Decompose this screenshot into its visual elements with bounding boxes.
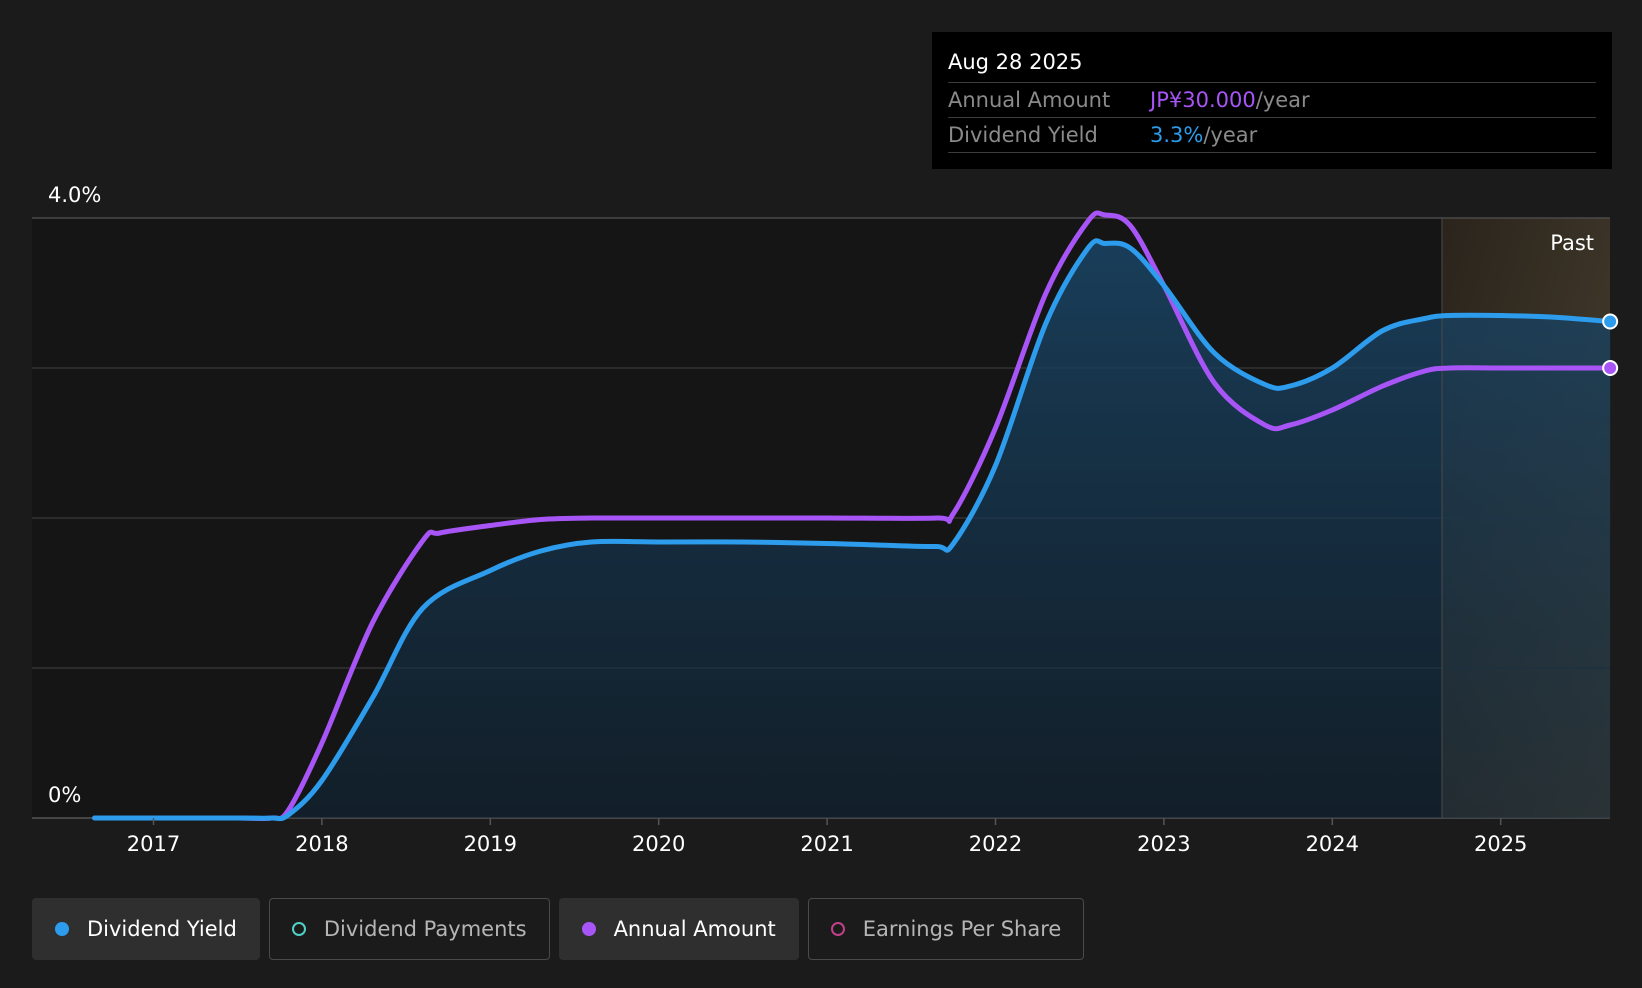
tooltip-label: Dividend Yield <box>948 123 1098 147</box>
legend-dividend-payments[interactable]: Dividend Payments <box>268 898 550 960</box>
y-tick-label-top: 4.0% <box>48 183 101 207</box>
tooltip-label: Annual Amount <box>948 88 1111 112</box>
legend-dot-icon <box>291 922 306 936</box>
legend-label: Annual Amount <box>613 917 776 941</box>
legend-annual-amount[interactable]: Annual Amount <box>558 898 799 960</box>
x-tick-label-2020: 2020 <box>632 832 685 856</box>
legend-earnings-per-share[interactable]: Earnings Per Share <box>807 898 1085 960</box>
x-tick-label-2024: 2024 <box>1306 832 1359 856</box>
x-tick-label-2017: 2017 <box>127 832 180 856</box>
legend-label: Dividend Payments <box>323 917 527 941</box>
x-tick-label-2023: 2023 <box>1137 832 1190 856</box>
legend: Dividend Yield Dividend Payments Annual … <box>32 898 1093 960</box>
tooltip-row-dividend-yield: Dividend Yield 3.3% /year <box>948 118 1596 153</box>
x-tick-label-2019: 2019 <box>464 832 517 856</box>
x-tick-label-2021: 2021 <box>800 832 853 856</box>
tooltip-value: JP¥30.000 <box>1150 88 1256 112</box>
annual-amount-end-point <box>1602 360 1619 376</box>
x-tick-label-2018: 2018 <box>295 832 348 856</box>
tooltip-suffix: /year <box>1203 123 1258 147</box>
tooltip-suffix: /year <box>1255 88 1310 112</box>
y-tick-label-bottom: 0% <box>48 783 81 807</box>
legend-label: Dividend Yield <box>87 917 237 941</box>
legend-dot-icon <box>55 922 69 936</box>
dividend-yield-end-point <box>1602 313 1619 330</box>
past-label: Past <box>1550 231 1594 255</box>
tooltip-row-annual-amount: Annual Amount JP¥30.000 /year <box>948 83 1596 118</box>
tooltip-value: 3.3% <box>1150 123 1204 147</box>
tooltip: Aug 28 2025 Annual Amount JP¥30.000 /yea… <box>932 32 1612 169</box>
x-tick-label-2022: 2022 <box>969 832 1022 856</box>
tooltip-date: Aug 28 2025 <box>948 46 1596 83</box>
legend-dot-icon <box>830 922 845 936</box>
x-tick-label-2025: 2025 <box>1474 832 1527 856</box>
legend-dot-icon <box>581 922 596 936</box>
legend-dividend-yield[interactable]: Dividend Yield <box>32 898 260 960</box>
legend-label: Earnings Per Share <box>862 917 1062 941</box>
